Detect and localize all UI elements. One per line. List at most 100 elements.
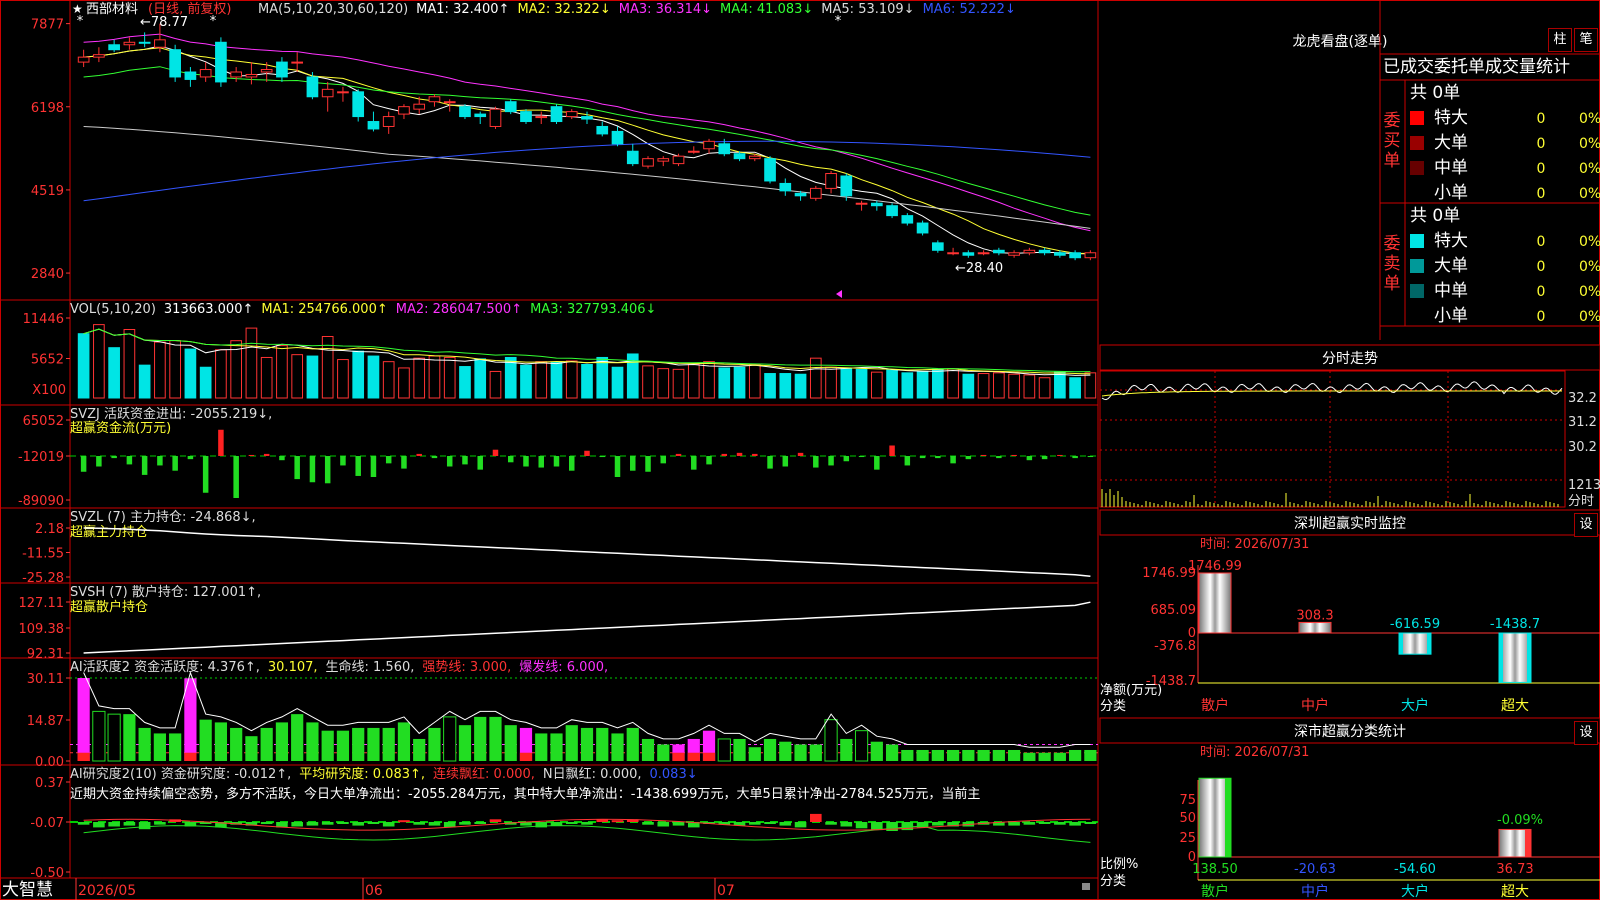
candle-body	[260, 69, 273, 73]
marker-star: *	[835, 14, 842, 29]
fund-flow-bar	[370, 456, 377, 477]
volume-bar	[596, 356, 609, 399]
volume-bar	[840, 368, 853, 399]
activity-bar	[504, 725, 517, 761]
volume-bar	[611, 366, 624, 399]
candle-body	[1038, 249, 1051, 254]
volume-bar	[1023, 374, 1036, 399]
activity-bar	[321, 730, 334, 761]
tick-view-button[interactable]: 笔	[1574, 28, 1598, 52]
research-bar	[794, 822, 807, 828]
order-type-label: 小单	[1434, 183, 1468, 203]
activity-bar	[977, 749, 990, 761]
fund-flow-bar	[523, 456, 529, 467]
activity-bar	[336, 730, 350, 761]
volume-bar	[733, 366, 746, 399]
y-tick-label: 2840	[31, 267, 64, 282]
order-color-swatch	[1410, 136, 1424, 150]
side-label-char: 买	[1384, 131, 1401, 151]
volume-bar	[779, 373, 792, 399]
candle-body	[825, 173, 837, 189]
ma5-line	[83, 126, 1091, 229]
net-flow-value: 1746.99	[1188, 559, 1242, 574]
fund-flow-bar	[1057, 454, 1063, 456]
svzl-sub-label: 超赢主力持仓	[70, 524, 148, 540]
side-label-char: 委	[1384, 111, 1401, 131]
research-bar	[93, 822, 105, 828]
volume-bar	[657, 368, 670, 399]
indicator-value: 连续飘红: 0.000,	[433, 766, 535, 782]
volume-bar	[916, 370, 929, 399]
activity-bar	[458, 725, 472, 761]
candle-body	[169, 49, 181, 78]
activity-base-bar	[184, 752, 197, 761]
volume-bar	[154, 341, 166, 399]
candle-body	[398, 106, 410, 115]
volume-bar	[794, 373, 807, 399]
intraday-y-tick: 32.2	[1568, 391, 1597, 406]
volume-bar	[809, 357, 822, 399]
indicator-value: 爆发线: 6.000,	[519, 659, 608, 675]
x-axis-label: 07	[717, 883, 735, 899]
activity-bar	[1069, 749, 1082, 761]
indicator-value: SVZJ 活跃资金进出: -2055.219↓,	[70, 406, 272, 422]
candle-body	[1054, 252, 1066, 256]
category-label: 散户	[1201, 883, 1229, 900]
chart-canvas: ★ 西部材料 (日线, 前复权) MA(5,10,20,30,60,120) MA1: …	[0, 0, 1600, 900]
order-type-label: 特大	[1434, 108, 1468, 128]
volume-bar	[138, 364, 151, 399]
candle-body	[77, 56, 90, 63]
candle-body	[718, 143, 731, 155]
indicator-value: 313663.000↑	[164, 302, 253, 317]
fund-flow-bar	[263, 453, 270, 456]
research-bar	[565, 822, 578, 824]
candle-body	[993, 249, 1005, 254]
sz-monitor-settings-button[interactable]: 设	[1574, 513, 1598, 537]
indicator-value: MA2: 32.322↓	[517, 2, 610, 17]
research-bar	[1038, 822, 1051, 824]
candle-body	[703, 140, 715, 150]
research-bar	[398, 820, 410, 823]
fund-flow-bar	[477, 456, 483, 470]
net-flow-bar-edge	[1527, 633, 1531, 683]
research-bar	[932, 822, 944, 826]
candle-body	[138, 41, 151, 44]
side-label-char: 卖	[1384, 254, 1401, 274]
order-color-swatch	[1410, 186, 1424, 200]
order-percent: 0%	[1579, 111, 1600, 127]
candle-body	[611, 130, 624, 145]
research-bar	[77, 822, 90, 825]
activity-bar	[824, 719, 838, 762]
candle-body	[886, 205, 898, 217]
activity-bar	[489, 716, 502, 761]
activity-bar	[367, 727, 380, 761]
candle-body	[154, 39, 166, 48]
research-bar	[1054, 822, 1066, 825]
activity-base-bar	[687, 752, 700, 761]
research-bar	[459, 822, 471, 825]
order-count: 0	[1537, 309, 1546, 325]
sz-class-settings-button[interactable]: 设	[1574, 721, 1598, 745]
activity-bar	[916, 749, 929, 761]
activity-bar	[382, 727, 395, 761]
candle-body	[1008, 252, 1020, 256]
volume-bar	[993, 372, 1005, 399]
indicator-value: 30.107,	[268, 660, 318, 675]
activity-bar	[474, 716, 487, 761]
volume-bar	[535, 361, 548, 399]
candle-body	[626, 150, 639, 165]
order-count: 0	[1537, 259, 1546, 275]
main-holding-line	[83, 527, 1091, 578]
research-bar	[855, 822, 868, 829]
fund-flow-bar	[492, 449, 499, 456]
research-bar	[352, 822, 364, 826]
y-tick-label: 7877	[31, 18, 64, 33]
activity-bar	[748, 747, 761, 761]
bar-view-button[interactable]: 柱	[1548, 28, 1572, 52]
fund-flow-bar	[446, 456, 453, 467]
research-bar	[810, 813, 822, 822]
share-value: 36.73	[1496, 862, 1533, 877]
lock-icon	[1082, 883, 1090, 890]
order-count: 0	[1537, 136, 1546, 152]
fund-flow-bar	[919, 456, 926, 459]
